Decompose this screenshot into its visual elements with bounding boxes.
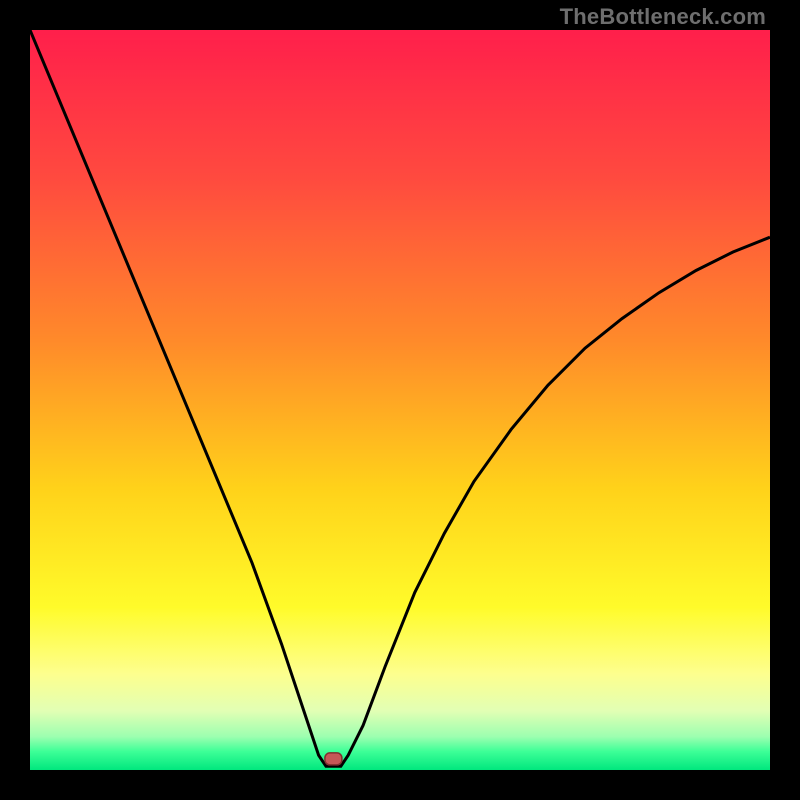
gradient-background xyxy=(30,30,770,770)
bottleneck-chart xyxy=(30,30,770,770)
watermark-label: TheBottleneck.com xyxy=(560,4,766,30)
minimum-marker xyxy=(325,753,342,765)
plot-area xyxy=(30,30,770,770)
chart-frame: TheBottleneck.com xyxy=(0,0,800,800)
